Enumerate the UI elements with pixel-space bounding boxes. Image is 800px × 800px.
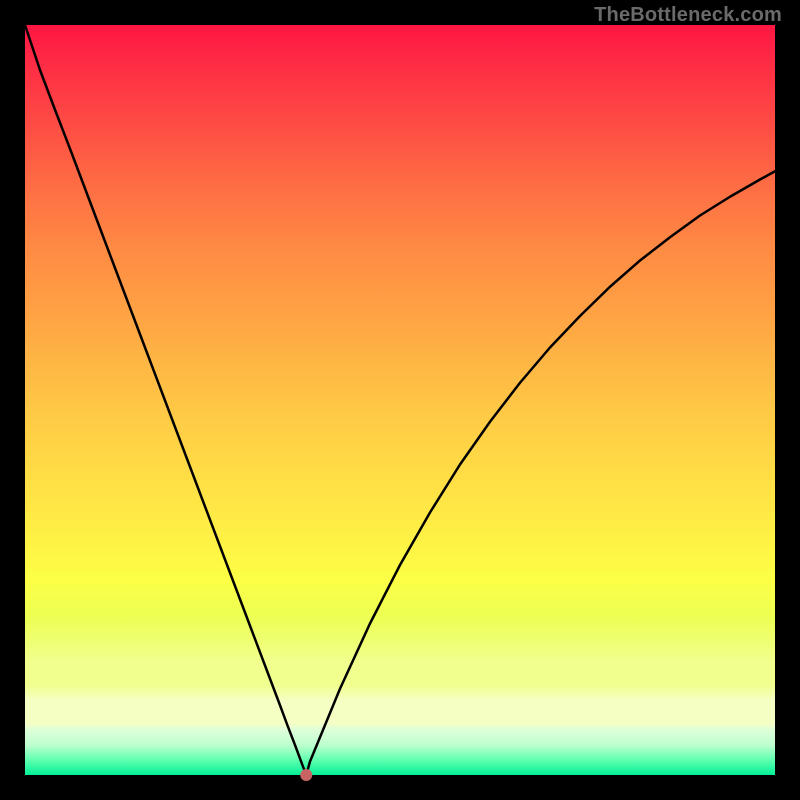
bottleneck-curve xyxy=(25,25,775,775)
chart-container: TheBottleneck.com xyxy=(0,0,800,800)
watermark-text: TheBottleneck.com xyxy=(594,4,782,27)
marker-dot xyxy=(300,769,312,781)
plot-area xyxy=(25,25,775,775)
